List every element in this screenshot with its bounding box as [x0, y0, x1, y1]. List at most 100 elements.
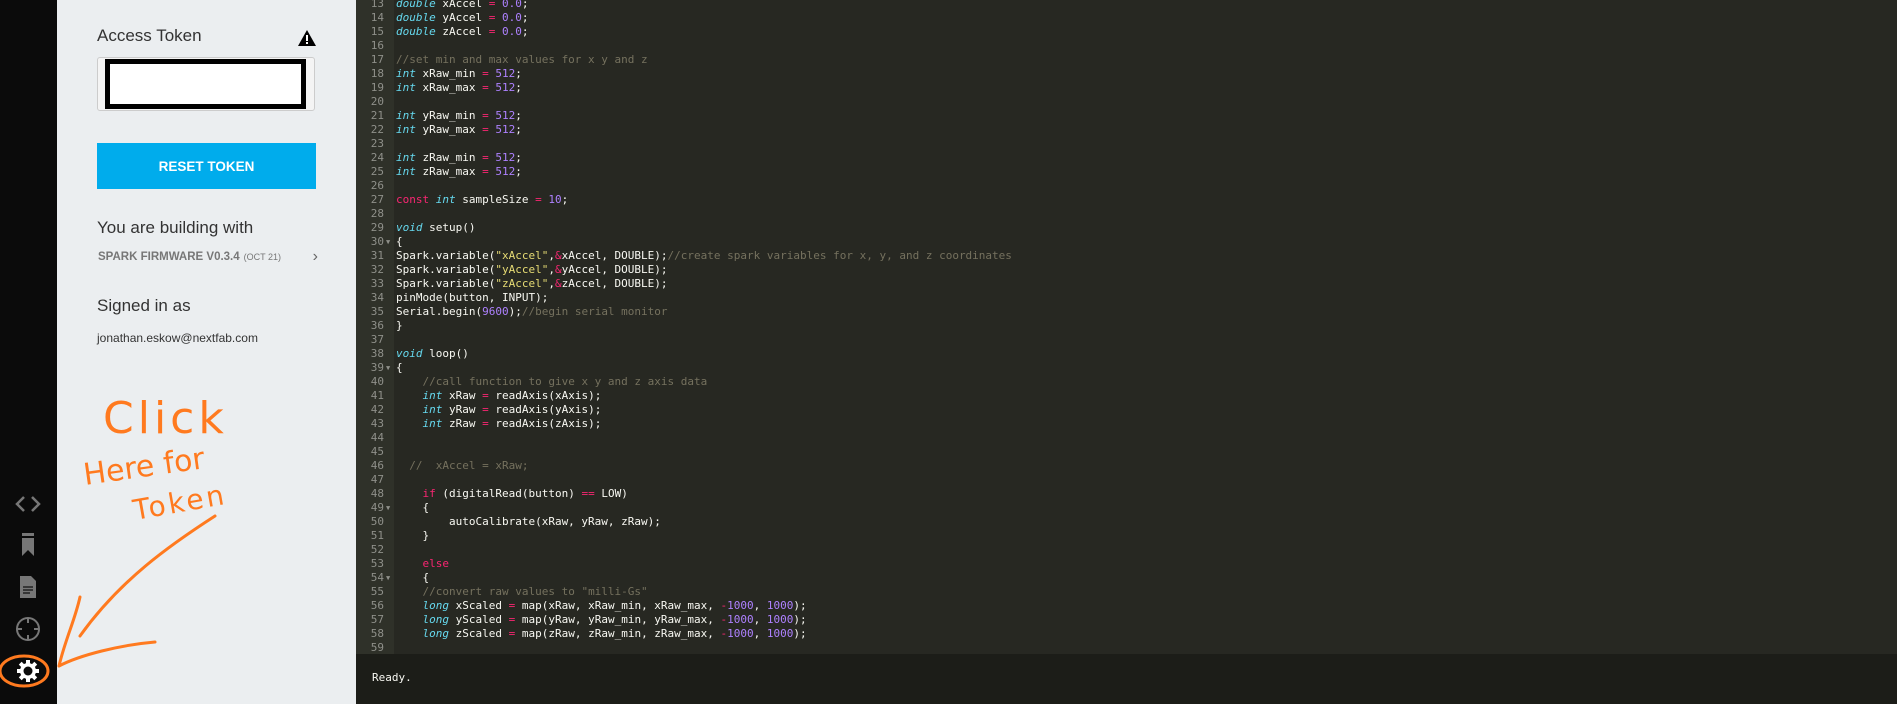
crosshair-icon[interactable]	[10, 612, 46, 646]
code-token: int	[396, 81, 416, 94]
reset-token-button[interactable]: RESET TOKEN	[97, 143, 316, 189]
code-icon[interactable]	[10, 487, 46, 521]
code-line[interactable]: 50 autoCalibrate(xRaw, yRaw, zRaw);	[356, 515, 1897, 529]
code-line[interactable]: 40 //call function to give x y and z axi…	[356, 375, 1897, 389]
code-line[interactable]: 16	[356, 39, 1897, 53]
code-line[interactable]: 52	[356, 543, 1897, 557]
code-line[interactable]: 34 pinMode(button, INPUT);	[356, 291, 1897, 305]
bookmark-icon[interactable]	[10, 528, 46, 562]
code-line[interactable]: 36}	[356, 319, 1897, 333]
firmware-selector[interactable]: SPARK FIRMWARE V0.3.4 (OCT 21) ›	[98, 248, 318, 265]
line-number: 48	[370, 487, 384, 500]
code-line[interactable]: 45	[356, 445, 1897, 459]
code-token: zAccel	[435, 25, 489, 38]
code-token: // xAccel = xRaw;	[396, 459, 529, 472]
line-number: 43	[370, 417, 384, 430]
line-number: 54	[370, 571, 384, 584]
code-line[interactable]: 26	[356, 179, 1897, 193]
code-line[interactable]: 42 int yRaw = readAxis(yAxis);	[356, 403, 1897, 417]
code-line[interactable]: 27 const int sampleSize = 10;	[356, 193, 1897, 207]
code-line[interactable]: 14 double yAccel = 0.0;	[356, 11, 1897, 25]
code-line[interactable]: 33 Spark.variable("zAccel",&zAccel, DOUBL…	[356, 277, 1897, 291]
code-line[interactable]: 35 Serial.begin(9600);//begin serial moni…	[356, 305, 1897, 319]
code-line[interactable]: 55 //convert raw values to "milli-Gs"	[356, 585, 1897, 599]
code-line[interactable]: 47	[356, 473, 1897, 487]
code-lines: 13 double xAccel = 0.0; 14 double yAccel = …	[356, 0, 1897, 654]
code-line[interactable]: 25 int zRaw_max = 512;	[356, 165, 1897, 179]
code-line[interactable]: 29 void setup()	[356, 221, 1897, 235]
fold-arrow-icon[interactable]: ▼	[386, 571, 390, 585]
code-line[interactable]: 54 ▼ {	[356, 571, 1897, 585]
code-line[interactable]: 39 ▼ {	[356, 361, 1897, 375]
code-text: long yScaled = map(yRaw, yRaw_min, yRaw_…	[396, 613, 807, 627]
code-line[interactable]: 44	[356, 431, 1897, 445]
code-token: =	[482, 403, 489, 416]
access-token-field[interactable]	[105, 59, 306, 109]
code-line[interactable]: 37	[356, 333, 1897, 347]
code-token: );	[793, 613, 807, 626]
code-token: loop()	[422, 347, 469, 360]
code-line[interactable]: 20	[356, 95, 1897, 109]
code-line[interactable]: 24 int zRaw_min = 512;	[356, 151, 1897, 165]
document-icon[interactable]	[10, 570, 46, 604]
code-token: ;	[521, 11, 529, 24]
code-token: =	[482, 81, 489, 94]
fold-arrow-icon[interactable]: ▼	[386, 361, 390, 375]
code-line[interactable]: 57 long yScaled = map(yRaw, yRaw_min, yR…	[356, 613, 1897, 627]
code-line[interactable]: 28	[356, 207, 1897, 221]
code-token: int	[422, 417, 443, 430]
code-line[interactable]: 58 long zScaled = map(zRaw, zRaw_min, zR…	[356, 627, 1897, 641]
code-token: 1000	[727, 599, 754, 612]
code-token: xRaw_max	[415, 81, 483, 94]
fold-arrow-icon[interactable]: ▼	[386, 235, 390, 249]
code-line[interactable]: 38 void loop()	[356, 347, 1897, 361]
line-number: 47	[370, 473, 384, 486]
code-line[interactable]: 31 Spark.variable("xAccel",&xAccel, DOUBL…	[356, 249, 1897, 263]
code-line[interactable]: 15 double zAccel = 0.0;	[356, 25, 1897, 39]
code-line[interactable]: 19 int xRaw_max = 512;	[356, 81, 1897, 95]
code-editor[interactable]: 13 double xAccel = 0.0; 14 double yAccel = …	[356, 0, 1897, 654]
code-text: void loop()	[396, 347, 469, 361]
code-token: );	[508, 305, 522, 318]
code-line[interactable]: 22 int yRaw_max = 512;	[356, 123, 1897, 137]
code-text: if (digitalRead(button) == LOW)	[396, 487, 628, 501]
warning-icon	[298, 30, 316, 51]
line-number: 56	[370, 599, 384, 612]
code-line[interactable]: 13 double xAccel = 0.0;	[356, 0, 1897, 11]
code-line[interactable]: 21 int yRaw_min = 512;	[356, 109, 1897, 123]
code-token: int	[435, 193, 456, 206]
code-token: ;	[515, 151, 522, 164]
code-token: 0.0	[501, 11, 522, 24]
code-token: sampleSize	[455, 193, 536, 206]
gear-icon[interactable]	[10, 654, 46, 688]
code-line[interactable]: 23	[356, 137, 1897, 151]
access-token-title: Access Token	[97, 26, 202, 45]
code-line[interactable]: 41 int xRaw = readAxis(xAxis);	[356, 389, 1897, 403]
code-line[interactable]: 51 }	[356, 529, 1897, 543]
code-token: int	[396, 67, 416, 80]
code-line[interactable]: 43 int zRaw = readAxis(zAxis);	[356, 417, 1897, 431]
line-number: 53	[370, 557, 384, 570]
code-line[interactable]: 32 Spark.variable("yAccel",&yAccel, DOUBL…	[356, 263, 1897, 277]
code-line[interactable]: 48 if (digitalRead(button) == LOW)	[356, 487, 1897, 501]
code-text: int zRaw_max = 512;	[396, 165, 522, 179]
line-number: 21	[370, 109, 384, 122]
code-line[interactable]: 49 ▼ {	[356, 501, 1897, 515]
status-bar: Ready.	[356, 654, 1897, 704]
code-line[interactable]: 18 int xRaw_min = 512;	[356, 67, 1897, 81]
code-line[interactable]: 46 // xAccel = xRaw;	[356, 459, 1897, 473]
code-line[interactable]: 56 long xScaled = map(xRaw, xRaw_min, xR…	[356, 599, 1897, 613]
code-line[interactable]: 59	[356, 641, 1897, 654]
code-line[interactable]: 30 ▼ {	[356, 235, 1897, 249]
fold-arrow-icon[interactable]: ▼	[386, 501, 390, 515]
code-line[interactable]: 53 else	[356, 557, 1897, 571]
code-token: 10	[548, 193, 562, 206]
code-text: //call function to give x y and z axis d…	[396, 375, 708, 389]
code-line[interactable]: 17 //set min and max values for x y and z	[356, 53, 1897, 67]
code-token: 512	[495, 123, 516, 136]
